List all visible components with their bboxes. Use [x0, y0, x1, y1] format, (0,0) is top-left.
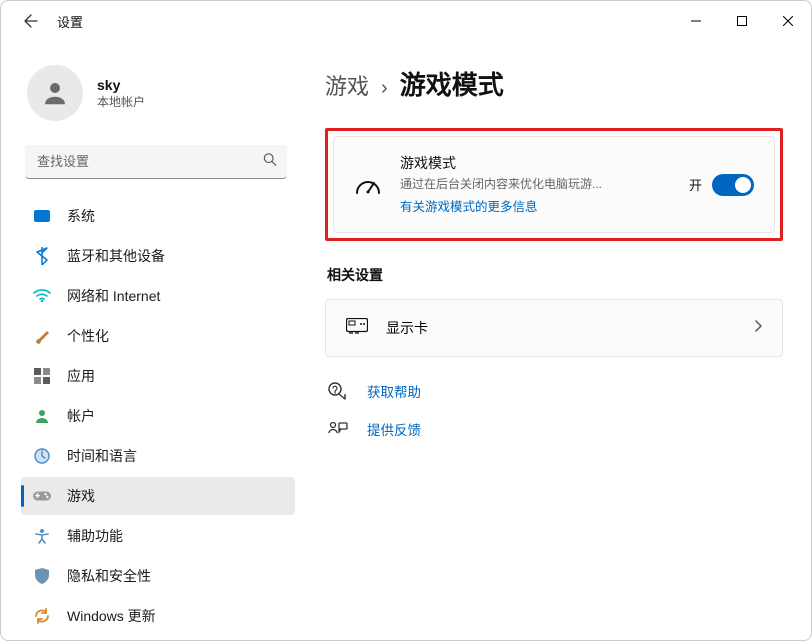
breadcrumb-parent[interactable]: 游戏	[325, 69, 369, 101]
nav-item-time-language[interactable]: 时间和语言	[21, 437, 295, 475]
nav-item-personalization[interactable]: 个性化	[21, 317, 295, 355]
help-link[interactable]: 获取帮助	[327, 381, 783, 401]
nav-label: Windows 更新	[67, 606, 156, 626]
nav-label: 系统	[67, 206, 95, 226]
display-icon	[33, 207, 51, 225]
minimize-button[interactable]	[673, 5, 719, 37]
shield-icon	[33, 567, 51, 585]
nav-label: 个性化	[67, 326, 109, 346]
breadcrumb: 游戏 › 游戏模式	[325, 65, 783, 102]
profile-block[interactable]: sky 本地帐户	[27, 65, 295, 121]
nav-label: 游戏	[67, 486, 95, 506]
globe-clock-icon	[33, 447, 51, 465]
wifi-icon	[33, 287, 51, 305]
account-icon	[33, 407, 51, 425]
related-row-label: 显示卡	[386, 318, 428, 338]
feedback-link-label: 提供反馈	[367, 419, 421, 439]
card-title: 游戏模式	[400, 153, 671, 173]
nav-label: 网络和 Internet	[67, 286, 160, 306]
card-learn-more-link[interactable]: 有关游戏模式的更多信息	[400, 196, 538, 215]
nav-item-privacy[interactable]: 隐私和安全性	[21, 557, 295, 595]
back-button[interactable]	[11, 13, 51, 29]
help-icon	[327, 382, 349, 400]
chevron-right-icon	[754, 319, 762, 337]
close-button[interactable]	[765, 5, 811, 37]
arrow-left-icon	[23, 13, 39, 29]
nav-list: 系统 蓝牙和其他设备 网络和 Internet 个性化 应用 帐户	[21, 197, 295, 635]
toggle-state-label: 开	[689, 175, 702, 194]
nav-item-gaming[interactable]: 游戏	[21, 477, 295, 515]
search-input[interactable]	[25, 145, 287, 179]
help-link-label: 获取帮助	[367, 381, 421, 401]
chevron-right-icon: ›	[381, 77, 388, 100]
close-icon	[783, 16, 793, 26]
nav-item-accessibility[interactable]: 辅助功能	[21, 517, 295, 555]
nav-item-apps[interactable]: 应用	[21, 357, 295, 395]
display-card-icon	[346, 318, 368, 339]
card-subtitle: 通过在后台关闭内容来优化电脑玩游...	[400, 175, 671, 192]
game-mode-toggle[interactable]	[712, 174, 754, 196]
nav-label: 辅助功能	[67, 526, 123, 546]
annotation-highlight: 游戏模式 通过在后台关闭内容来优化电脑玩游... 有关游戏模式的更多信息 开	[325, 128, 783, 241]
search-box	[25, 145, 287, 179]
nav-item-windows-update[interactable]: Windows 更新	[21, 597, 295, 635]
apps-icon	[33, 367, 51, 385]
accessibility-icon	[33, 527, 51, 545]
nav-item-system[interactable]: 系统	[21, 197, 295, 235]
sidebar: sky 本地帐户 系统 蓝牙和其他设备 网络和 Internet	[1, 41, 301, 640]
speedometer-icon	[354, 175, 382, 195]
game-mode-card: 游戏模式 通过在后台关闭内容来优化电脑玩游... 有关游戏模式的更多信息 开	[333, 136, 775, 233]
feedback-icon	[327, 421, 349, 437]
maximize-icon	[737, 16, 747, 26]
related-settings-heading: 相关设置	[327, 265, 783, 285]
nav-label: 时间和语言	[67, 446, 137, 466]
titlebar: 设置	[1, 1, 811, 41]
nav-item-network[interactable]: 网络和 Internet	[21, 277, 295, 315]
gamepad-icon	[33, 487, 51, 505]
nav-item-bluetooth[interactable]: 蓝牙和其他设备	[21, 237, 295, 275]
nav-item-accounts[interactable]: 帐户	[21, 397, 295, 435]
nav-label: 蓝牙和其他设备	[67, 246, 165, 266]
related-row-display-adapter[interactable]: 显示卡	[325, 299, 783, 357]
bluetooth-icon	[33, 247, 51, 265]
brush-icon	[33, 327, 51, 345]
feedback-link[interactable]: 提供反馈	[327, 419, 783, 439]
profile-subtitle: 本地帐户	[97, 93, 145, 110]
page-title: 游戏模式	[400, 65, 504, 102]
window-title: 设置	[57, 12, 83, 31]
nav-label: 应用	[67, 366, 95, 386]
profile-name: sky	[97, 77, 145, 93]
main-panel: 游戏 › 游戏模式 游戏模式 通过在后台关闭内容来优化电脑玩游... 有关游戏模…	[301, 41, 811, 640]
minimize-icon	[691, 16, 701, 26]
avatar	[27, 65, 83, 121]
window-controls	[673, 5, 811, 37]
nav-label: 隐私和安全性	[67, 566, 151, 586]
update-icon	[33, 607, 51, 625]
person-icon	[40, 78, 70, 108]
maximize-button[interactable]	[719, 5, 765, 37]
nav-label: 帐户	[67, 406, 95, 426]
search-icon	[263, 153, 277, 172]
